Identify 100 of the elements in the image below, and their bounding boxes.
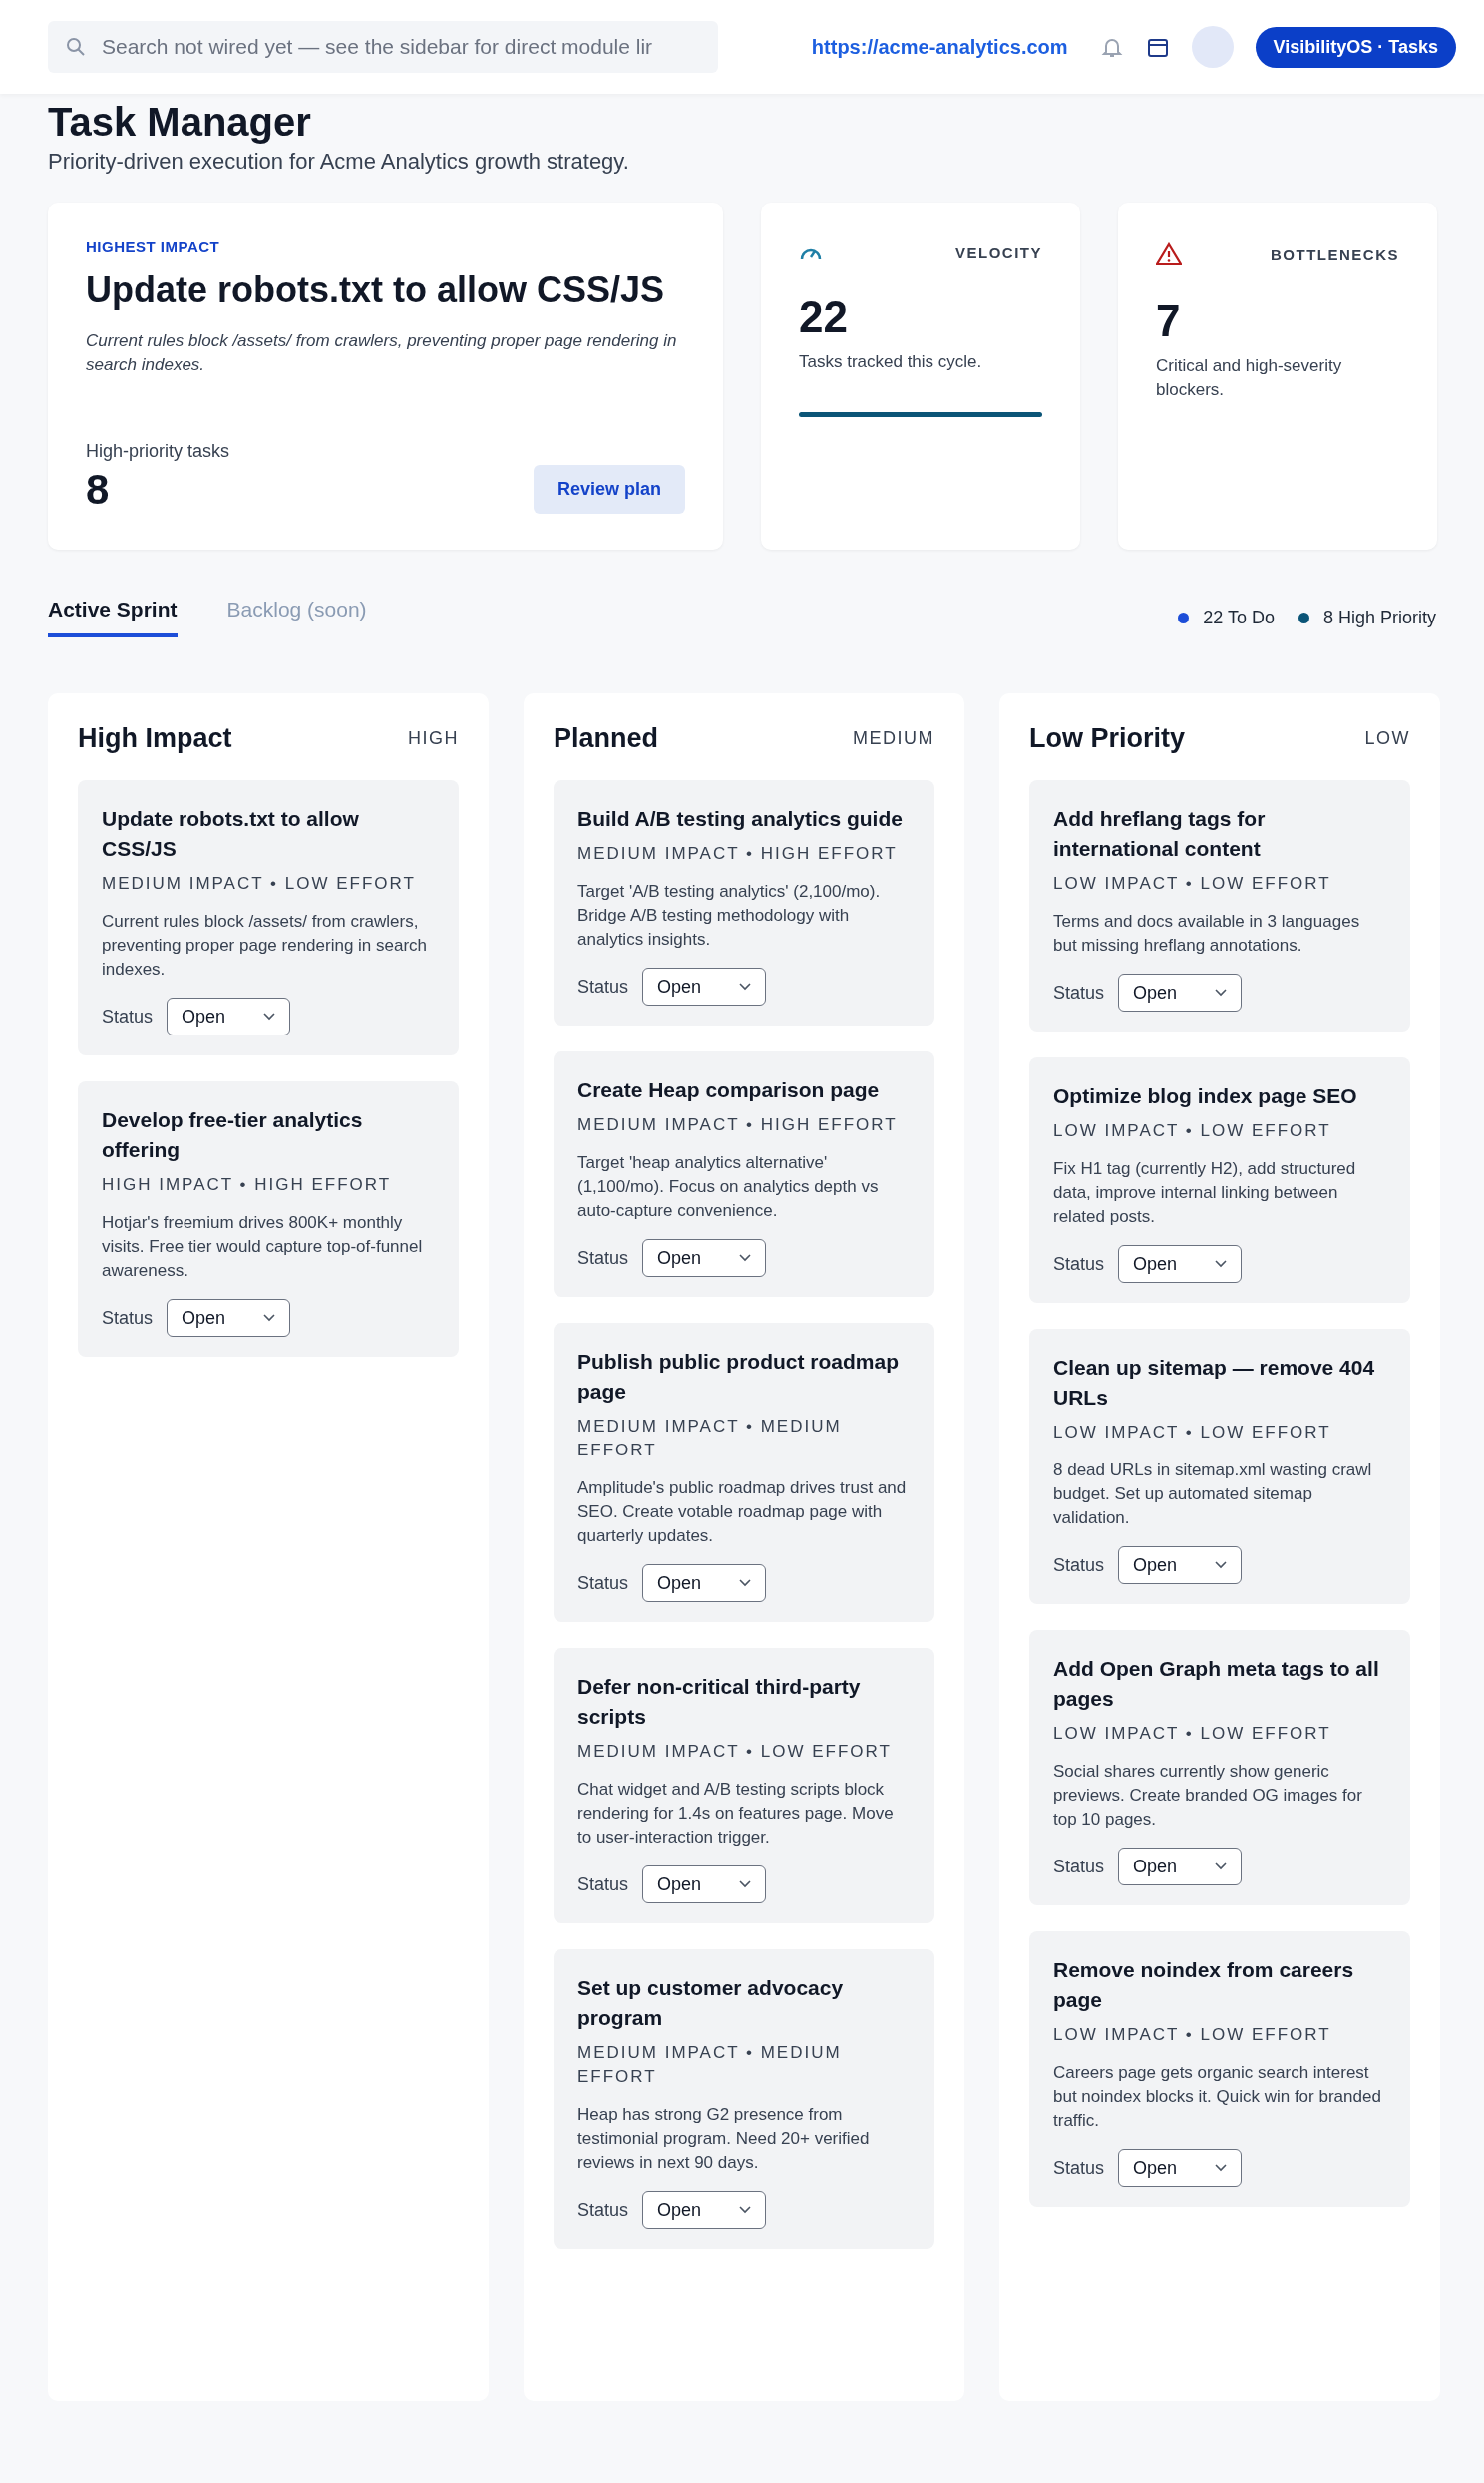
- avatar[interactable]: [1191, 26, 1234, 68]
- review-plan-button[interactable]: Review plan: [533, 465, 685, 514]
- task-title: Update robots.txt to allow CSS/JS: [102, 806, 360, 862]
- task-description: 8 dead URLs in sitemap.xml wasting crawl budget. Set up automated sitemap validation.: [1053, 1459, 1373, 1529]
- status-label: Status: [1053, 982, 1105, 1004]
- status-label: Status: [577, 1873, 629, 1895]
- task-title: Add hreflang tags for international content: [1053, 806, 1267, 862]
- status-label: Status: [102, 1307, 154, 1329]
- task-title: Develop free-tier analytics offering: [102, 1107, 364, 1163]
- status-dropdown[interactable]: Open: [1118, 974, 1243, 1012]
- task-description: Heap has strong G2 presence from testimonial program. Need 20+ verified reviews in next 90 days.: [577, 2104, 871, 2174]
- highlight-title: Update robots.txt to allow CSS/JS: [86, 269, 666, 311]
- stat-value: 22: [799, 292, 849, 342]
- status-dropdown[interactable]: Open: [642, 1564, 767, 1602]
- status-dropdown[interactable]: Open: [642, 1239, 767, 1277]
- task-meta: LOW IMPACT • LOW EFFORT: [1053, 1120, 1332, 1142]
- chevron-icon: [739, 2206, 752, 2214]
- status-label: Status: [1053, 1856, 1105, 1877]
- task-title: Build A/B testing analytics guide: [577, 806, 904, 832]
- status-dropdown[interactable]: Open: [1118, 1245, 1243, 1283]
- priority-label: HIGH: [408, 728, 459, 749]
- stat-caption: Tasks tracked this cycle.: [799, 351, 983, 373]
- task-meta: HIGH IMPACT • HIGH EFFORT: [102, 1174, 393, 1196]
- chevron-icon: [1215, 989, 1228, 997]
- chevron-icon: [739, 1579, 752, 1587]
- status-dropdown[interactable]: Open: [642, 1865, 767, 1903]
- status-label: Status: [577, 976, 629, 998]
- task-description: Target 'A/B testing analytics' (2,100/mo). Bridge A/B testing methodology with analytics insights.: [577, 881, 882, 951]
- task-meta: LOW IMPACT • LOW EFFORT: [1053, 1422, 1332, 1444]
- status-label: Status: [1053, 1554, 1105, 1576]
- highlight-description: Current rules block /assets/ from crawlers, preventing proper page rendering in search indexes.: [86, 330, 678, 376]
- status-dropdown[interactable]: Open: [1118, 1546, 1243, 1584]
- chevron-icon: [1215, 1862, 1228, 1870]
- task-meta: MEDIUM IMPACT • MEDIUM EFFORT: [577, 1416, 843, 1461]
- search-icon: [66, 37, 86, 57]
- task-description: Amplitude's public roadmap drives trust and SEO. Create votable roadmap page with quarterly updates.: [577, 1477, 908, 1547]
- status-label: Status: [102, 1006, 154, 1028]
- task-description: Terms and docs available in 3 languages but missing hreflang annotations.: [1053, 911, 1361, 957]
- column-title: Planned: [554, 723, 659, 754]
- task-meta: MEDIUM IMPACT • HIGH EFFORT: [577, 1114, 899, 1136]
- task-description: Chat widget and A/B testing scripts block rendering for 1.4s on features page. Move to user-interaction trigger.: [577, 1779, 895, 1849]
- status-label: Status: [577, 1572, 629, 1594]
- page-subtitle: Priority-driven execution for Acme Analytics growth strategy.: [48, 149, 630, 175]
- stat-label: VELOCITY: [955, 243, 1042, 261]
- task-meta: MEDIUM IMPACT • LOW EFFORT: [102, 873, 417, 895]
- legend-label: 22 To Do: [1203, 607, 1275, 628]
- legend-label: 8 High Priority: [1322, 607, 1436, 628]
- tab[interactable]: Active Sprint: [48, 598, 178, 637]
- stat-caption: Critical and high-severity blockers.: [1156, 355, 1343, 401]
- chevron-icon: [739, 1254, 752, 1262]
- app-badge: VisibilityOS · Tasks: [1255, 26, 1456, 68]
- chevron-icon: [263, 1013, 276, 1021]
- eyebrow-label: HIGHEST IMPACT: [86, 238, 221, 255]
- task-title: Remove noindex from careers page: [1053, 1957, 1355, 2013]
- status-dropdown[interactable]: Open: [1118, 2149, 1243, 2187]
- task-description: Current rules block /assets/ from crawlers, preventing proper page rendering in search indexes.: [102, 911, 429, 981]
- status-dropdown[interactable]: Open: [1118, 1848, 1243, 1885]
- status-dropdown[interactable]: Open: [167, 1299, 291, 1337]
- status-label: Status: [1053, 2157, 1105, 2179]
- task-title: Create Heap comparison page: [577, 1077, 881, 1103]
- task-meta: LOW IMPACT • LOW EFFORT: [1053, 873, 1332, 895]
- count-value: 8: [86, 466, 111, 514]
- chevron-icon: [739, 1880, 752, 1888]
- task-meta: MEDIUM IMPACT • MEDIUM EFFORT: [577, 2042, 843, 2088]
- task-description: Social shares currently show generic previews. Create branded OG images for top 10 pages.: [1053, 1761, 1363, 1831]
- chevron-icon: [1215, 1260, 1228, 1268]
- task-title: Optimize blog index page SEO: [1053, 1083, 1358, 1109]
- task-title: Publish public product roadmap page: [577, 1349, 900, 1405]
- search-field[interactable]: Search not wired yet — see the sidebar for direct module lir: [48, 21, 718, 73]
- chevron-icon: [1215, 2164, 1228, 2172]
- task-meta: MEDIUM IMPACT • HIGH EFFORT: [577, 843, 899, 865]
- task-description: Careers page gets organic search interest but noindex blocks it. Quick win for branded traffic.: [1053, 2062, 1382, 2132]
- chevron-icon: [739, 983, 752, 991]
- site-link[interactable]: https://acme-analytics.com: [811, 35, 1068, 59]
- column-title: High Impact: [78, 723, 232, 754]
- chevron-icon: [263, 1314, 276, 1322]
- task-title: Defer non-critical third-party scripts: [577, 1674, 862, 1730]
- status-label: Status: [1053, 1253, 1105, 1275]
- column-title: Low Priority: [1029, 723, 1185, 754]
- task-description: Hotjar's freemium drives 800K+ monthly visits. Free tier would capture top-of-funnel awareness.: [102, 1212, 424, 1282]
- task-description: Target 'heap analytics alternative' (1,100/mo). Focus on analytics depth vs auto-capture convenience.: [577, 1152, 880, 1222]
- task-meta: MEDIUM IMPACT • LOW EFFORT: [577, 1741, 893, 1763]
- page-title: Task Manager: [48, 100, 312, 145]
- task-meta: LOW IMPACT • LOW EFFORT: [1053, 1723, 1332, 1745]
- task-meta: LOW IMPACT • LOW EFFORT: [1053, 2024, 1332, 2046]
- task-title: Clean up sitemap — remove 404 URLs: [1053, 1355, 1376, 1411]
- stat-value: 7: [1156, 296, 1182, 346]
- status-label: Status: [577, 1247, 629, 1269]
- search-input[interactable]: Search not wired yet — see the sidebar for direct module lir: [100, 34, 700, 60]
- status-dropdown[interactable]: Open: [167, 998, 291, 1035]
- task-description: Fix H1 tag (currently H2), add structured data, improve internal linking between related posts.: [1053, 1158, 1357, 1228]
- priority-label: MEDIUM: [853, 728, 934, 749]
- status-dropdown[interactable]: Open: [642, 968, 767, 1006]
- warning-icon: [1156, 242, 1182, 266]
- status-dropdown[interactable]: Open: [642, 2191, 767, 2229]
- task-title: Set up customer advocacy program: [577, 1975, 845, 2031]
- chevron-icon: [1215, 1561, 1228, 1569]
- count-label: High-priority tasks: [86, 441, 230, 462]
- stat-label: BOTTLENECKS: [1271, 245, 1399, 263]
- priority-label: LOW: [1364, 728, 1410, 749]
